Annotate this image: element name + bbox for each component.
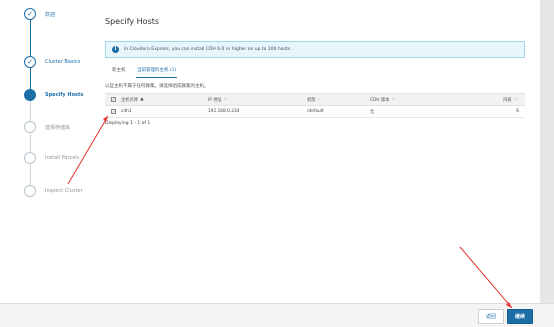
check-icon: ✓ [27, 9, 33, 18]
step-label: 欢迎 [45, 11, 56, 18]
hint-text: 以些主机不属于任何群集。请选择组成群集的主机。 [105, 84, 209, 89]
column-header-rack[interactable]: 机架 ◇ [307, 94, 321, 105]
info-text: In Cloudera Express, you can install CDH… [124, 47, 292, 52]
back-button[interactable]: 返回 [478, 309, 504, 324]
table-row[interactable]: ✓ cdh1 192.168.0.234 /default 无 6 [105, 106, 525, 118]
info-icon: i [112, 46, 119, 53]
step-pending-circle [24, 152, 36, 164]
step-pending-circle [24, 185, 36, 197]
info-alert: i In Cloudera Express, you can install C… [105, 41, 525, 58]
step-specify-hosts[interactable]: Specify Hosts [24, 88, 83, 102]
column-header-host[interactable]: 主机名称 ▲ [121, 94, 144, 105]
sort-icon: ◇ [223, 97, 228, 102]
sort-icon: ◇ [513, 97, 517, 102]
step-label: Cluster Basics [45, 59, 81, 65]
select-all-cell: ✓ [111, 94, 116, 105]
column-header-label: 机架 [307, 97, 316, 103]
step-install-parcels: Install Parcels [24, 151, 79, 165]
tab-managed-hosts[interactable]: 当前管理的主机 (1) [136, 66, 178, 78]
cell-host: cdh1 [121, 109, 132, 114]
step-pending-circle [24, 121, 36, 133]
step-active-circle [24, 89, 36, 101]
step-done-circle: ✓ [24, 8, 36, 20]
step-welcome[interactable]: ✓ 欢迎 [24, 7, 55, 21]
host-tabs: 新主机 当前管理的主机 (1) [105, 66, 525, 78]
column-header-label: 主机名称 [121, 97, 139, 103]
check-icon: ✓ [27, 57, 33, 66]
select-all-checkbox[interactable]: ✓ [111, 97, 116, 102]
continue-button[interactable]: 继续 [507, 309, 533, 324]
column-header-label: IP 地址 [208, 97, 222, 103]
step-done-circle: ✓ [24, 56, 36, 68]
step-cluster-basics[interactable]: ✓ Cluster Basics [24, 55, 80, 69]
tab-new-hosts[interactable]: 新主机 [112, 66, 126, 78]
step-label: Install Parcels [45, 155, 80, 161]
column-header-label: CDH 版本 [370, 97, 390, 103]
sort-icon: ◇ [317, 97, 321, 102]
sort-asc-icon: ▲ [140, 97, 144, 102]
cell-cores: 6 [516, 109, 519, 114]
step-select-repository: 选择存储库 [24, 120, 70, 134]
cell-rack: /default [307, 109, 324, 114]
cell-cdh-version: 无 [370, 109, 375, 115]
cell-ip: 192.168.0.234 [208, 109, 240, 114]
step-inspect-cluster: Inspect Cluster [24, 184, 83, 198]
sort-icon: ◇ [391, 97, 395, 102]
row-select-cell: ✓ [111, 106, 116, 117]
column-header-ip[interactable]: IP 地址 ◇ [208, 94, 227, 105]
column-header-cdh[interactable]: CDH 版本 ◇ [370, 94, 395, 105]
step-label: Inspect Cluster [45, 188, 83, 194]
right-gutter [540, 0, 554, 303]
paging-info: Displaying 1 - 1 of 1 [105, 121, 151, 126]
wizard-footer [0, 303, 554, 327]
table-header: ✓ 主机名称 ▲ IP 地址 ◇ 机架 ◇ CDH 版本 ◇ 内核 ◇ [105, 93, 525, 106]
column-header-cores[interactable]: 内核 ◇ [503, 94, 517, 105]
wizard-stepper: ✓ 欢迎 ✓ Cluster Basics Specify Hosts 选择存储… [0, 0, 90, 303]
column-header-label: 内核 [503, 97, 512, 103]
stepper-line-completed [30, 13, 31, 95]
page-title: Specify Hosts [105, 17, 160, 26]
hosts-table: ✓ 主机名称 ▲ IP 地址 ◇ 机架 ◇ CDH 版本 ◇ 内核 ◇ ✓ cd… [105, 93, 525, 118]
step-label: Specify Hosts [45, 92, 84, 98]
row-checkbox[interactable]: ✓ [111, 109, 116, 114]
step-label: 选择存储库 [45, 124, 71, 131]
